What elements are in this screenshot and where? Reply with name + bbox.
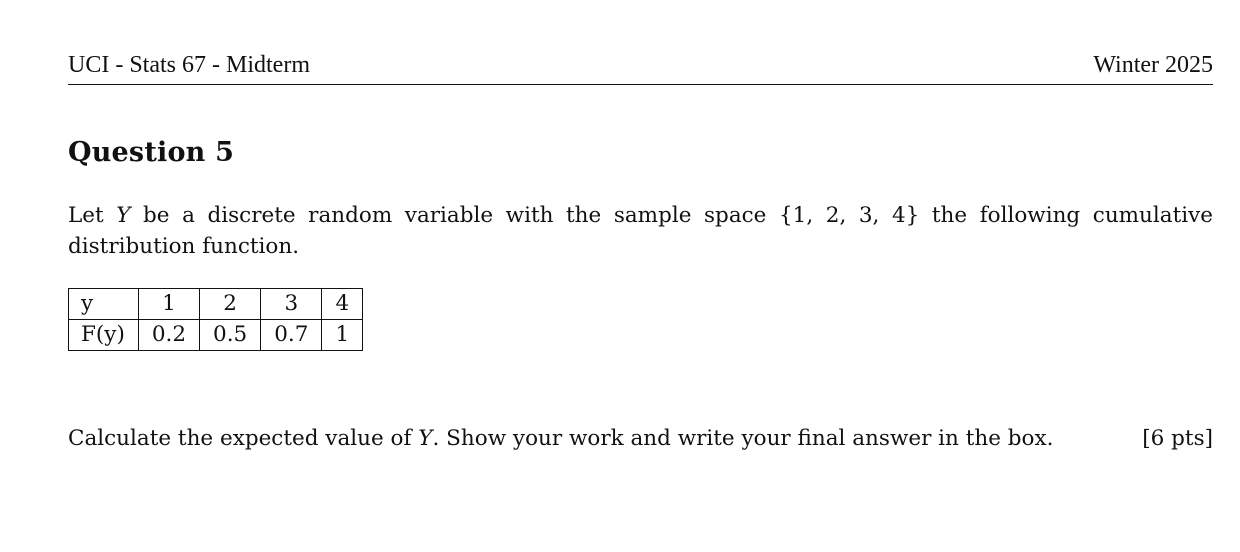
table-cell: y bbox=[68, 288, 139, 320]
table-cell: F(y) bbox=[68, 319, 139, 351]
table-cell: 4 bbox=[321, 288, 364, 320]
variable-y: Y bbox=[418, 426, 433, 451]
course-title: UCI - Stats 67 - Midterm bbox=[68, 52, 310, 78]
question-prompt: Calculate the expected value of Y. Show … bbox=[68, 423, 1213, 454]
table-row: y 1 2 3 4 bbox=[68, 288, 364, 320]
exam-page: UCI - Stats 67 - Midterm Winter 2025 Que… bbox=[68, 0, 1213, 552]
variable-y: Y bbox=[116, 203, 131, 228]
table-cell: 0.7 bbox=[260, 319, 323, 351]
intro-line-2: distribution function. bbox=[68, 234, 300, 259]
table-cell: 1 bbox=[137, 288, 201, 320]
intro-line-1: Let Y be a discrete random variable with… bbox=[68, 200, 1213, 231]
table-cell: 3 bbox=[260, 288, 323, 320]
prompt-text-a: Calculate the expected value of bbox=[68, 426, 419, 451]
intro-text-a: Let bbox=[68, 203, 117, 228]
page-header: UCI - Stats 67 - Midterm Winter 2025 bbox=[68, 52, 1213, 85]
table-cell: 1 bbox=[321, 319, 364, 351]
points-label: [6 pts] bbox=[1142, 426, 1213, 451]
table-cell: 0.5 bbox=[199, 319, 262, 351]
question-intro: Let Y be a discrete random variable with… bbox=[68, 200, 1213, 262]
cdf-table: y 1 2 3 4 F(y) 0.2 0.5 0.7 1 bbox=[68, 288, 364, 351]
table-cell: 0.2 bbox=[137, 319, 201, 351]
table-cell: 2 bbox=[199, 288, 262, 320]
table-row: F(y) 0.2 0.5 0.7 1 bbox=[68, 319, 364, 351]
prompt-text-b: . Show your work and write your final an… bbox=[432, 426, 1054, 451]
question-title: Question 5 bbox=[68, 137, 235, 168]
intro-text-b: be a discrete random variable with the s… bbox=[130, 203, 1213, 228]
term-label: Winter 2025 bbox=[1093, 52, 1213, 78]
